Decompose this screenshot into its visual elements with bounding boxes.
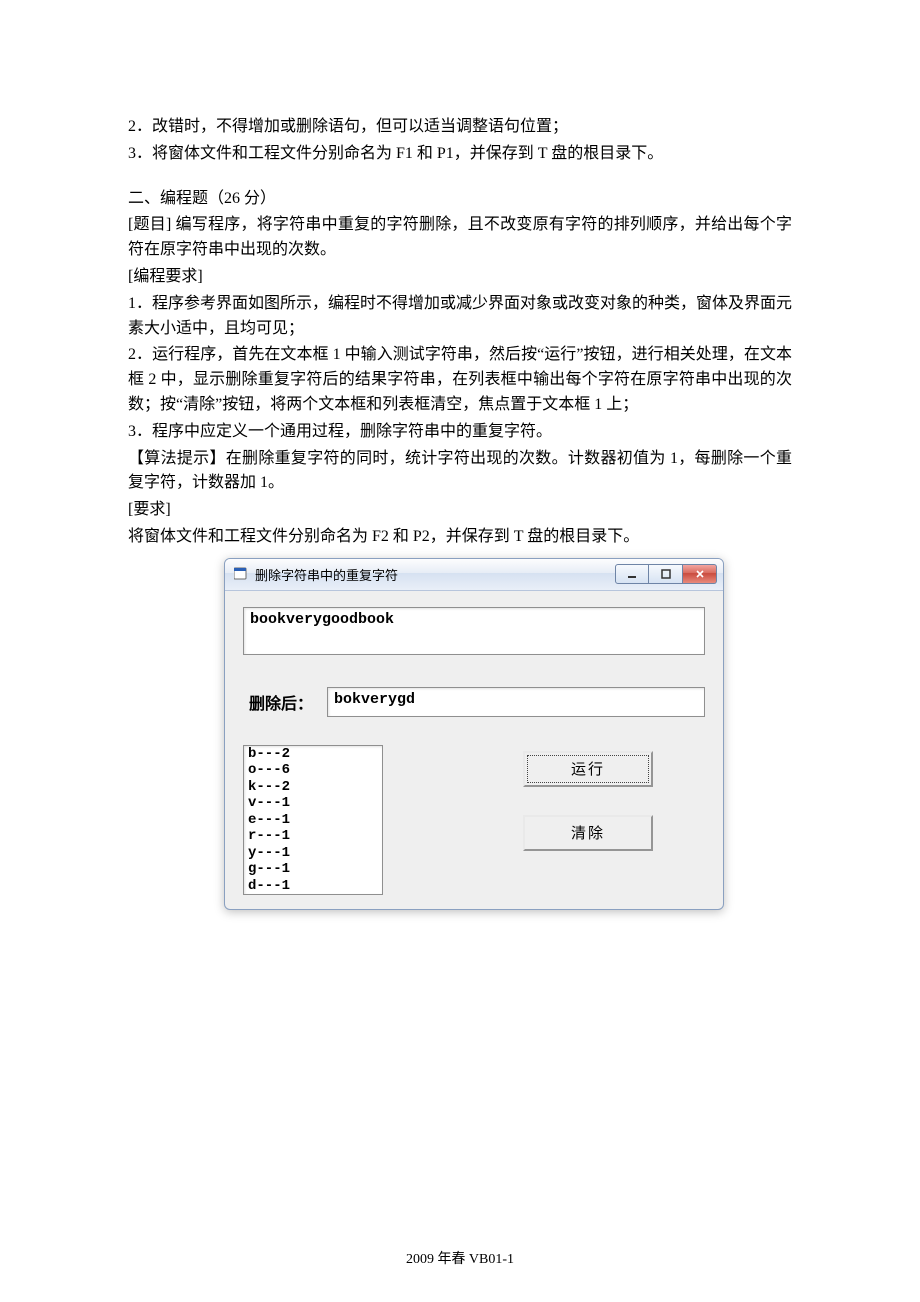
list-item: v---1 bbox=[248, 795, 378, 812]
paragraph: [要求] bbox=[128, 498, 792, 523]
app-icon bbox=[233, 566, 249, 582]
document-page: 2．改错时，不得增加或删除语句，但可以适当调整语句位置； 3．将窗体文件和工程文… bbox=[0, 0, 920, 1302]
paragraph: 将窗体文件和工程文件分别命名为 F2 和 P2，并保存到 T 盘的根目录下。 bbox=[128, 525, 792, 550]
paragraph: 【算法提示】在删除重复字符的同时，统计字符出现的次数。计数器初值为 1，每删除一… bbox=[128, 447, 792, 497]
list-item: o---6 bbox=[248, 762, 378, 779]
page-footer: 2009 年春 VB01-1 bbox=[0, 1248, 920, 1268]
app-window: 删除字符串中的重复字符 bookverygoodbook 删除后： bokver… bbox=[224, 558, 724, 910]
section-title: 二、编程题（26 分） bbox=[128, 187, 792, 212]
titlebar: 删除字符串中的重复字符 bbox=[225, 559, 723, 591]
maximize-button[interactable] bbox=[649, 564, 683, 584]
paragraph: 3．程序中应定义一个通用过程，删除字符串中的重复字符。 bbox=[128, 420, 792, 445]
lower-area: b---2 o---6 k---2 v---1 e---1 r---1 y---… bbox=[243, 745, 705, 895]
result-row: 删除后： bokverygd bbox=[243, 687, 705, 717]
window-title: 删除字符串中的重复字符 bbox=[255, 565, 609, 584]
paragraph: 3．将窗体文件和工程文件分别命名为 F1 和 P1，并保存到 T 盘的根目录下。 bbox=[128, 142, 792, 167]
list-item: r---1 bbox=[248, 828, 378, 845]
count-listbox[interactable]: b---2 o---6 k---2 v---1 e---1 r---1 y---… bbox=[243, 745, 383, 895]
list-item: b---2 bbox=[248, 746, 378, 763]
button-column: 运行 清除 bbox=[523, 745, 653, 851]
list-item: k---2 bbox=[248, 779, 378, 796]
clear-button[interactable]: 清除 bbox=[523, 815, 653, 851]
output-textbox-2[interactable]: bokverygd bbox=[327, 687, 705, 717]
window-controls bbox=[615, 564, 717, 584]
paragraph: 2．运行程序，首先在文本框 1 中输入测试字符串，然后按“运行”按钮，进行相关处… bbox=[128, 343, 792, 417]
list-item: y---1 bbox=[248, 845, 378, 862]
input-textbox-1[interactable]: bookverygoodbook bbox=[243, 607, 705, 655]
paragraph: 2．改错时，不得增加或删除语句，但可以适当调整语句位置； bbox=[128, 115, 792, 140]
spacer bbox=[128, 169, 792, 187]
minimize-button[interactable] bbox=[615, 564, 649, 584]
label-after: 删除后： bbox=[243, 690, 313, 714]
paragraph: 1．程序参考界面如图所示，编程时不得增加或减少界面对象或改变对象的种类，窗体及界… bbox=[128, 292, 792, 342]
paragraph: [题目] 编写程序，将字符串中重复的字符删除，且不改变原有字符的排列顺序，并给出… bbox=[128, 213, 792, 263]
list-item: d---1 bbox=[248, 878, 378, 895]
close-button[interactable] bbox=[683, 564, 717, 584]
list-item: g---1 bbox=[248, 861, 378, 878]
run-button[interactable]: 运行 bbox=[523, 751, 653, 787]
paragraph: [编程要求] bbox=[128, 265, 792, 290]
window-body: bookverygoodbook 删除后： bokverygd b---2 o-… bbox=[225, 591, 723, 909]
list-item: e---1 bbox=[248, 812, 378, 829]
